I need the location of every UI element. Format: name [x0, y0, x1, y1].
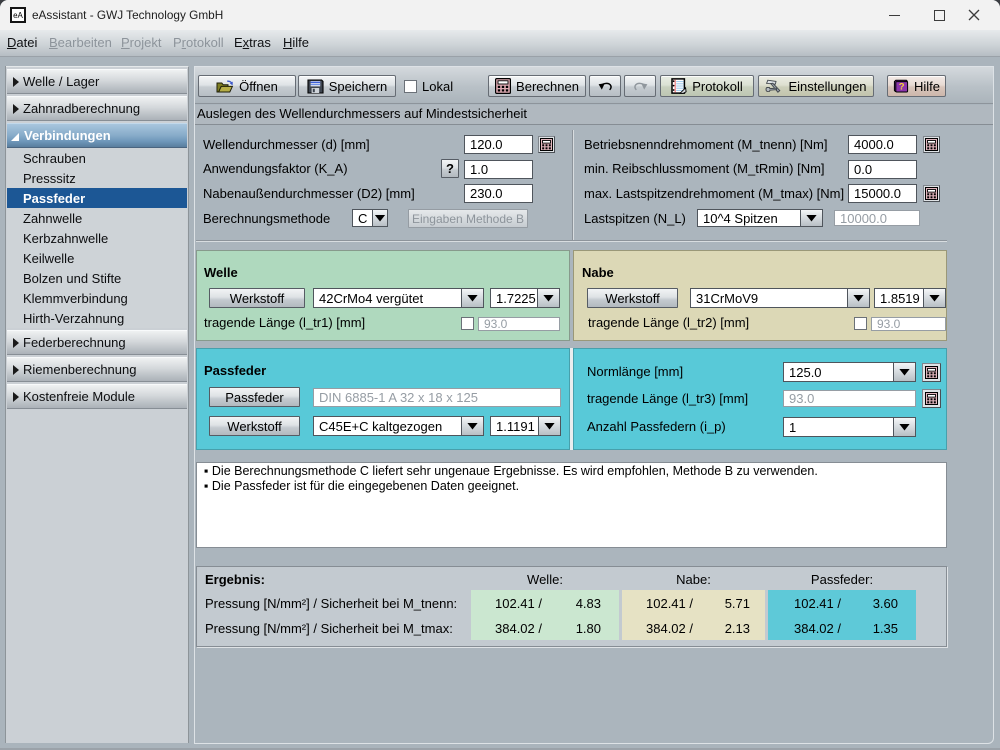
- svg-text:?: ?: [899, 82, 905, 93]
